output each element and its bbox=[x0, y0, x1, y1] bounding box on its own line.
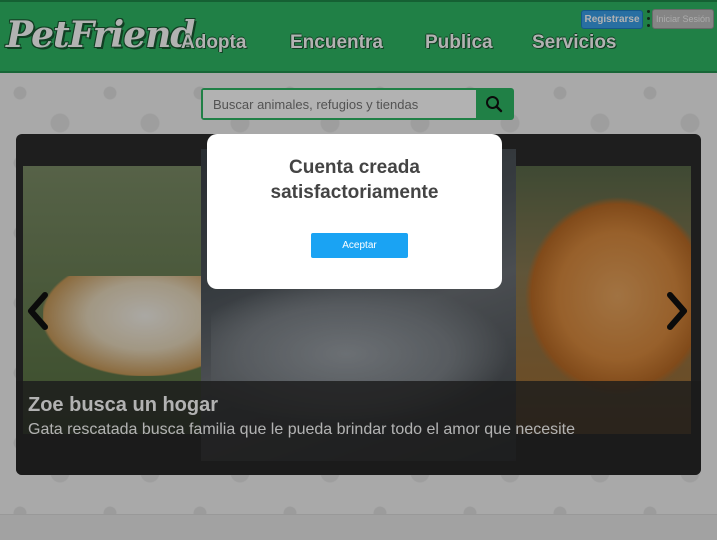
accept-button[interactable]: Aceptar bbox=[311, 233, 408, 258]
modal-title: Cuenta creada satisfactoriamente bbox=[270, 157, 439, 203]
success-modal: Cuenta creada satisfactoriamente Aceptar bbox=[207, 134, 502, 289]
